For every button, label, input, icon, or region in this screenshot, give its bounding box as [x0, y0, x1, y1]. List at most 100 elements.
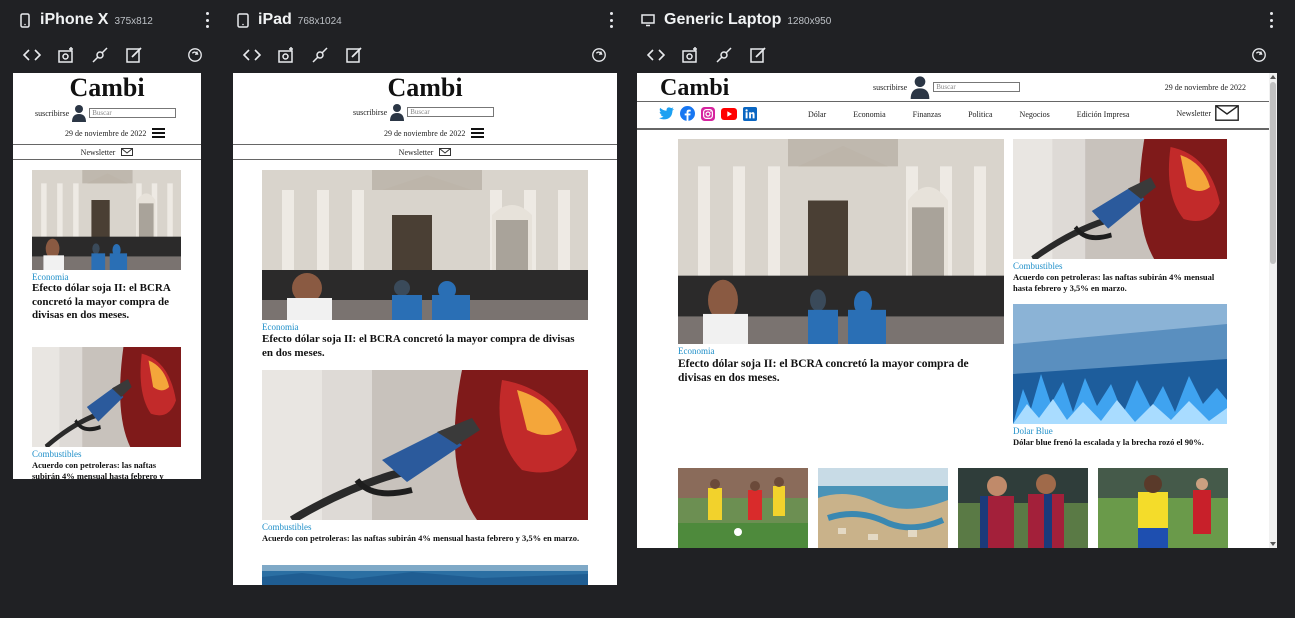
- thumbnail-football[interactable]: [678, 468, 808, 548]
- site-logo[interactable]: Cambi: [233, 73, 617, 103]
- device-name[interactable]: iPhone X: [40, 11, 108, 29]
- article-headline[interactable]: Acuerdo con petroleras: las naftas subir…: [32, 460, 182, 479]
- article-image-bank[interactable]: [32, 170, 181, 270]
- article-headline[interactable]: Dólar blue frenó la escalada y la brecha…: [1013, 437, 1227, 448]
- search-input[interactable]: Buscar: [89, 108, 177, 118]
- newsletter-bar[interactable]: Newsletter: [233, 146, 617, 158]
- code-icon[interactable]: [241, 44, 263, 66]
- article-category[interactable]: Economia: [262, 322, 299, 332]
- divider: [13, 144, 201, 145]
- article-image-fuel[interactable]: [262, 370, 588, 520]
- device-name[interactable]: Generic Laptop: [664, 11, 781, 29]
- more-options-icon[interactable]: [204, 12, 210, 28]
- article-category[interactable]: Combustibles: [1013, 261, 1063, 271]
- article-category[interactable]: Economia: [678, 346, 715, 356]
- nav-item[interactable]: Politica: [968, 110, 992, 119]
- newsletter-link[interactable]: Newsletter: [1176, 105, 1239, 121]
- article-image-fuel[interactable]: [32, 347, 181, 447]
- nav-item[interactable]: Economia: [853, 110, 885, 119]
- twitter-icon[interactable]: [659, 107, 674, 120]
- screenshot-icon[interactable]: [55, 44, 77, 66]
- mail-icon: [121, 148, 134, 156]
- article-image-bank[interactable]: [262, 170, 588, 320]
- scroll-down-arrow-icon[interactable]: [1270, 542, 1276, 546]
- article-image-fuel[interactable]: [1013, 139, 1227, 259]
- article-image-money[interactable]: [262, 565, 588, 585]
- article-category[interactable]: Combustibles: [32, 449, 82, 459]
- mail-icon: [1215, 105, 1239, 121]
- nav-item[interactable]: Edición Impresa: [1077, 110, 1130, 119]
- facebook-icon[interactable]: [680, 106, 695, 121]
- subscribe-link[interactable]: suscribirse: [353, 108, 387, 117]
- thumbnail-players[interactable]: [958, 468, 1088, 548]
- rotate-icon[interactable]: [588, 44, 610, 66]
- article-headline[interactable]: Efecto dólar soja II: el BCRA concretó l…: [678, 357, 998, 385]
- user-icon[interactable]: [390, 103, 405, 121]
- device-name[interactable]: iPad: [258, 11, 292, 29]
- device-toolbar-laptop: [645, 44, 781, 66]
- more-options-icon[interactable]: [608, 12, 614, 28]
- scrollbar-thumb[interactable]: [1270, 82, 1276, 264]
- device-header-iphone: iPhone X 375x812: [18, 0, 153, 40]
- date-row: 29 de noviembre de 2022: [384, 126, 485, 140]
- social-links: [659, 106, 757, 121]
- rotate-icon[interactable]: [1248, 44, 1270, 66]
- device-toolbar-ipad: [241, 44, 377, 66]
- newsletter-bar[interactable]: Newsletter: [13, 146, 201, 158]
- divider: [13, 159, 201, 160]
- article-headline[interactable]: Acuerdo con petroleras: las naftas subir…: [262, 533, 588, 544]
- linkedin-icon[interactable]: [743, 106, 757, 121]
- device-dimensions: 768x1024: [297, 16, 342, 27]
- user-icon[interactable]: [910, 75, 930, 99]
- sync-icon[interactable]: [713, 44, 735, 66]
- device-toolbar-iphone: [21, 44, 157, 66]
- site-logo[interactable]: Cambi: [13, 73, 201, 103]
- date: 29 de noviembre de 2022: [65, 128, 147, 138]
- search-input[interactable]: Buscar: [933, 82, 1021, 92]
- nav-item[interactable]: Finanzas: [913, 110, 941, 119]
- article-image-money[interactable]: [1013, 304, 1227, 424]
- nav-item[interactable]: Negocios: [1020, 110, 1050, 119]
- search-input[interactable]: Buscar: [407, 107, 495, 117]
- article-category[interactable]: Economia: [32, 272, 69, 282]
- site-logo[interactable]: Cambi: [660, 74, 729, 102]
- article-headline[interactable]: Efecto dólar soja II: el BCRA concretó l…: [32, 282, 182, 323]
- youtube-icon[interactable]: [721, 107, 737, 120]
- hamburger-menu-icon[interactable]: [152, 128, 166, 138]
- instagram-icon[interactable]: [701, 106, 715, 121]
- date: 29 de noviembre de 2022: [1164, 83, 1246, 92]
- subscribe-row: suscribirse Buscar: [873, 75, 1021, 99]
- scrollbar[interactable]: [1269, 73, 1277, 548]
- article-headline[interactable]: Acuerdo con petroleras: las naftas subir…: [1013, 272, 1223, 294]
- subscribe-link[interactable]: suscribirse: [35, 109, 69, 118]
- date: 29 de noviembre de 2022: [384, 128, 466, 138]
- device-header-laptop: Generic Laptop 1280x950: [640, 0, 831, 40]
- subscribe-link[interactable]: suscribirse: [873, 83, 907, 92]
- thumbnail-aerial-city[interactable]: [818, 468, 948, 548]
- user-icon[interactable]: [72, 104, 87, 122]
- edit-icon[interactable]: [747, 44, 769, 66]
- more-options-icon[interactable]: [1268, 12, 1274, 28]
- nav-item[interactable]: Dólar: [808, 110, 826, 119]
- article-category[interactable]: Dolar Blue: [1013, 426, 1053, 436]
- thumbnail-brazil[interactable]: [1098, 468, 1228, 548]
- code-icon[interactable]: [21, 44, 43, 66]
- rotate-icon[interactable]: [184, 44, 206, 66]
- edit-icon[interactable]: [343, 44, 365, 66]
- article-category[interactable]: Combustibles: [262, 522, 312, 532]
- sync-icon[interactable]: [89, 44, 111, 66]
- mail-icon: [439, 148, 452, 156]
- screenshot-icon[interactable]: [275, 44, 297, 66]
- article-image-bank[interactable]: [678, 139, 1004, 344]
- device-header-ipad: iPad 768x1024: [236, 0, 342, 40]
- iphone-preview: Cambi suscribirse Buscar 29 de noviembre…: [13, 73, 201, 479]
- phone-icon: [18, 12, 32, 28]
- date-row: 29 de noviembre de 2022: [65, 126, 166, 140]
- article-headline[interactable]: Efecto dólar soja II: el BCRA concretó l…: [262, 332, 588, 360]
- code-icon[interactable]: [645, 44, 667, 66]
- sync-icon[interactable]: [309, 44, 331, 66]
- screenshot-icon[interactable]: [679, 44, 701, 66]
- hamburger-menu-icon[interactable]: [471, 128, 485, 138]
- edit-icon[interactable]: [123, 44, 145, 66]
- scroll-up-arrow-icon[interactable]: [1270, 75, 1276, 79]
